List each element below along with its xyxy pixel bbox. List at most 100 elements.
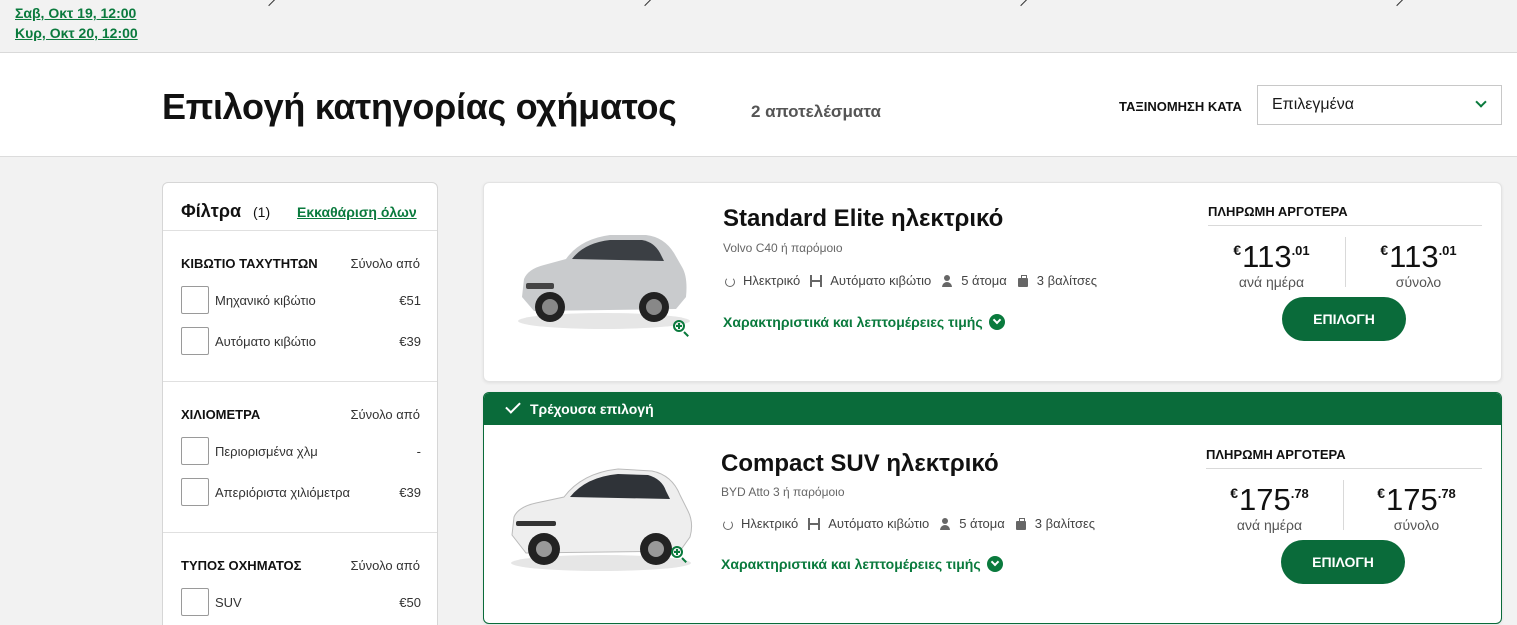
filter-option-price: €39 (399, 485, 421, 500)
price-integer: 175 (1385, 482, 1438, 517)
price-total: €175.78 σύνολο (1354, 478, 1479, 533)
person-icon (941, 274, 953, 287)
vehicle-card: Standard Elite ηλεκτρικό Volvo C40 ή παρ… (483, 182, 1502, 382)
vehicle-category-name: Compact SUV ηλεκτρικό (721, 450, 999, 477)
clear-all-filters-link[interactable]: Εκκαθάριση όλων (297, 204, 417, 220)
suitcase-icon (1015, 517, 1027, 530)
details-link-label: Χαρακτηριστικά και λεπτομέρειες τιμής (721, 556, 981, 572)
per-day-label: ανά ημέρα (1236, 517, 1303, 533)
vehicle-model: Volvo C40 ή παρόμοιο (723, 241, 843, 255)
price-integer: 113 (1389, 239, 1439, 274)
step-chevron-icon (261, 0, 277, 7)
zoom-icon[interactable] (673, 320, 689, 337)
total-label: σύνολο (1393, 517, 1440, 533)
feature-label: 3 βαλίτσες (1034, 516, 1096, 531)
feature-transmission: Αυτόματο κιβώτιο (808, 516, 929, 531)
feature-bags: 3 βαλίτσες (1017, 273, 1097, 288)
filter-group-heading: ΤΥΠΟΣ ΟΧΗΜΑΤΟΣ (181, 558, 302, 573)
price-integer: 175 (1238, 482, 1291, 517)
divider (1208, 225, 1482, 226)
feature-label: 3 βαλίτσες (1036, 273, 1098, 288)
feature-label: Αυτόματο κιβώτιο (828, 516, 930, 531)
filters-title: Φίλτρα (181, 201, 242, 221)
select-vehicle-button[interactable]: ΕΠΙΛΟΓΗ (1282, 297, 1406, 341)
feature-label: Ηλεκτρικό (743, 273, 801, 288)
sort-select[interactable]: Επιλεγμένα (1257, 85, 1502, 125)
checkbox[interactable] (181, 437, 209, 465)
price-total: €113.01 σύνολο (1356, 235, 1481, 290)
filter-option-label: Περιορισμένα χλμ (215, 444, 318, 459)
result-count: 2 αποτελέσματα (751, 102, 881, 121)
gearbox-icon (808, 517, 821, 530)
checkbox[interactable] (181, 588, 209, 616)
active-filter-count: (1) (253, 204, 271, 220)
filter-group-mileage: ΧΙΛΙΟΜΕΤΡΑ Σύνολο από Περιορισμένα χλμ -… (163, 382, 437, 533)
chevron-down-circle-icon (986, 556, 1003, 572)
feature-fuel: Ηλεκτρικό (723, 273, 800, 288)
filter-option-label: SUV (215, 595, 242, 610)
filter-option-label: Αυτόματο κιβώτιο (215, 334, 317, 349)
filter-option-price: €39 (399, 334, 421, 349)
divider (1206, 468, 1482, 469)
car-image[interactable] (506, 455, 696, 575)
step-chevron-icon (637, 0, 653, 7)
pickup-date-link[interactable]: Σαβ, Οκτ 19, 12:00 (15, 3, 138, 23)
booking-summary-strip: Σαβ, Οκτ 19, 12:00 Κυρ, Οκτ 20, 12:00 (0, 0, 1517, 53)
checkbox[interactable] (181, 478, 209, 506)
checkbox[interactable] (181, 286, 209, 314)
currency-symbol: € (1233, 242, 1242, 258)
currency-symbol: € (1230, 485, 1238, 501)
filter-option-label: Μηχανικό κιβώτιο (215, 293, 316, 308)
person-icon (939, 517, 951, 530)
filters-header: Φίλτρα (1) Εκκαθάριση όλων (163, 183, 437, 231)
checkmark-icon (505, 398, 521, 414)
filters-panel: Φίλτρα (1) Εκκαθάριση όλων ΚΙΒΩΤΙΟ ΤΑΧΥΤ… (162, 182, 438, 625)
details-and-price-link[interactable]: Χαρακτηριστικά και λεπτομέρειες τιμής (723, 314, 1005, 330)
rental-dates: Σαβ, Οκτ 19, 12:00 Κυρ, Οκτ 20, 12:00 (15, 3, 138, 43)
feature-transmission: Αυτόματο κιβώτιο (810, 273, 931, 288)
feature-seats: 5 άτομα (939, 516, 1005, 531)
feature-seats: 5 άτομα (941, 273, 1007, 288)
filter-group-heading: ΚΙΒΩΤΙΟ ΤΑΧΥΤΗΤΩΝ (181, 256, 318, 271)
filter-group-vehicle-type: ΤΥΠΟΣ ΟΧΗΜΑΤΟΣ Σύνολο από SUV €50 (163, 533, 437, 625)
currency-symbol: € (1380, 242, 1389, 258)
filter-group-transmission: ΚΙΒΩΤΙΟ ΤΑΧΥΤΗΤΩΝ Σύνολο από Μηχανικό κι… (163, 231, 437, 382)
filter-option-price: €50 (399, 595, 421, 610)
price-decimals: .78 (1437, 486, 1456, 501)
return-date-link[interactable]: Κυρ, Οκτ 20, 12:00 (15, 23, 138, 43)
filter-option-price: €51 (399, 293, 421, 308)
step-chevron-icon (1013, 0, 1029, 7)
sort-selected-value: Επιλεγμένα (1272, 96, 1354, 113)
pay-later-label: ΠΛΗΡΩΜΗ ΑΡΓΟΤΕΡΑ (1208, 204, 1348, 219)
vehicle-features: Ηλεκτρικό Αυτόματο κιβώτιο 5 άτομα 3 βαλ… (723, 273, 1107, 288)
vehicle-features: Ηλεκτρικό Αυτόματο κιβώτιο 5 άτομα 3 βαλ… (721, 516, 1105, 531)
current-selection-banner: Τρέχουσα επιλογή (484, 393, 1501, 425)
plug-icon (721, 518, 733, 530)
filter-from-label: Σύνολο από (350, 407, 421, 422)
select-vehicle-button[interactable]: ΕΠΙΛΟΓΗ (1281, 540, 1405, 584)
step-chevron-icon (1389, 0, 1405, 7)
car-image[interactable] (514, 223, 694, 333)
pay-later-label: ΠΛΗΡΩΜΗ ΑΡΓΟΤΕΡΑ (1206, 447, 1346, 462)
price-integer: 113 (1242, 239, 1292, 274)
filter-option-suv[interactable]: SUV €50 (181, 588, 421, 616)
total-label: σύνολο (1395, 274, 1442, 290)
filter-option-limited-km[interactable]: Περιορισμένα χλμ - (181, 437, 421, 465)
price-per-day: €113.01 ανά ημέρα (1209, 235, 1334, 290)
feature-fuel: Ηλεκτρικό (721, 516, 798, 531)
checkbox[interactable] (181, 327, 209, 355)
details-link-label: Χαρακτηριστικά και λεπτομέρειες τιμής (723, 314, 983, 330)
current-selection-label: Τρέχουσα επιλογή (530, 401, 654, 417)
currency-symbol: € (1377, 485, 1385, 501)
sort-label: ΤΑΞΙΝΟΜΗΣΗ ΚΑΤΑ (1119, 99, 1242, 114)
filter-option-automatic[interactable]: Αυτόματο κιβώτιο €39 (181, 327, 421, 355)
filter-option-label: Απεριόριστα χιλιόμετρα (215, 485, 350, 500)
details-and-price-link[interactable]: Χαρακτηριστικά και λεπτομέρειες τιμής (721, 556, 1003, 572)
vehicle-category-name: Standard Elite ηλεκτρικό (723, 205, 1004, 232)
zoom-icon[interactable] (671, 546, 687, 563)
filter-option-manual[interactable]: Μηχανικό κιβώτιο €51 (181, 286, 421, 314)
chevron-down-circle-icon (988, 314, 1005, 330)
filter-option-unlimited-km[interactable]: Απεριόριστα χιλιόμετρα €39 (181, 478, 421, 506)
feature-bags: 3 βαλίτσες (1015, 516, 1095, 531)
page-header: Επιλογή κατηγορίας οχήματος 2 αποτελέσμα… (0, 53, 1517, 157)
